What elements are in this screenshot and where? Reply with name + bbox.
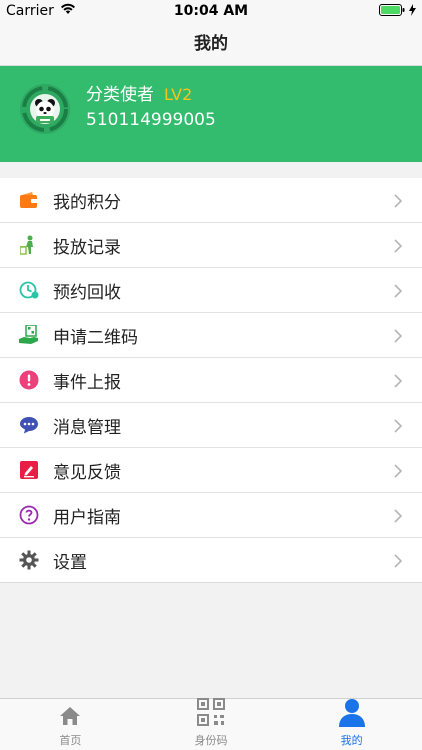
charging-icon: [409, 4, 416, 20]
menu-list: 我的积分 投放记录 预约回收 申请二维码 事件上报 消息管理 意见反馈 用户指南…: [0, 178, 422, 583]
tab-label: 我的: [340, 734, 363, 747]
chevron-right-icon: [394, 553, 403, 572]
menu-label: 事件上报: [53, 372, 121, 393]
chat-icon: [19, 415, 39, 435]
menu-item-messages[interactable]: 消息管理: [0, 403, 422, 448]
profile-card[interactable]: 分类使者 LV2 510114999005: [0, 66, 422, 162]
menu-label: 用户指南: [53, 507, 121, 528]
tab-bar: 首页 身份码 我的: [0, 698, 422, 750]
chevron-right-icon: [394, 328, 403, 347]
status-right: [379, 4, 416, 20]
menu-item-records[interactable]: 投放记录: [0, 223, 422, 268]
menu-item-settings[interactable]: 设置: [0, 538, 422, 583]
avatar[interactable]: [19, 83, 71, 135]
report-icon: [19, 370, 39, 390]
tab-identity-code[interactable]: 身份码: [141, 697, 282, 750]
menu-item-points[interactable]: 我的积分: [0, 178, 422, 223]
wallet-icon: [19, 190, 39, 210]
home-icon: [59, 705, 81, 730]
chevron-right-icon: [394, 463, 403, 482]
user-icon: [337, 697, 367, 730]
chevron-right-icon: [394, 418, 403, 437]
menu-label: 意见反馈: [53, 462, 121, 483]
menu-item-report[interactable]: 事件上报: [0, 358, 422, 403]
gear-icon: [19, 550, 39, 570]
battery-icon: [379, 4, 405, 20]
chevron-right-icon: [394, 508, 403, 527]
page-title: 我的: [0, 22, 422, 66]
menu-item-booking[interactable]: 预约回收: [0, 268, 422, 313]
qr-hand-icon: [19, 325, 39, 345]
level-badge: LV2: [164, 85, 193, 104]
status-bar: Carrier 10:04 AM: [0, 0, 422, 22]
menu-label: 投放记录: [53, 237, 121, 258]
feedback-icon: [19, 460, 39, 480]
chevron-right-icon: [394, 193, 403, 212]
menu-label: 我的积分: [53, 192, 121, 213]
menu-label: 预约回收: [53, 282, 121, 303]
tab-home[interactable]: 首页: [0, 699, 141, 750]
menu-item-guide[interactable]: 用户指南: [0, 493, 422, 538]
status-time: 10:04 AM: [173, 3, 249, 19]
qr-code-icon: [196, 697, 226, 730]
tab-label: 首页: [59, 734, 82, 747]
help-icon: [19, 505, 39, 525]
chevron-right-icon: [394, 283, 403, 302]
chevron-right-icon: [394, 373, 403, 392]
profile-phone: 510114999005: [86, 110, 216, 130]
chevron-right-icon: [394, 238, 403, 257]
profile-name: 分类使者: [86, 85, 154, 105]
profile-name-row: 分类使者 LV2: [86, 80, 192, 105]
menu-label: 设置: [53, 552, 87, 573]
tab-mine[interactable]: 我的: [281, 699, 422, 750]
menu-item-apply-qr[interactable]: 申请二维码: [0, 313, 422, 358]
tab-label: 身份码: [194, 734, 228, 747]
clock-icon: [19, 280, 39, 300]
menu-label: 消息管理: [53, 417, 121, 438]
menu-label: 申请二维码: [53, 327, 138, 348]
menu-item-feedback[interactable]: 意见反馈: [0, 448, 422, 493]
recycle-drop-icon: [19, 235, 39, 255]
